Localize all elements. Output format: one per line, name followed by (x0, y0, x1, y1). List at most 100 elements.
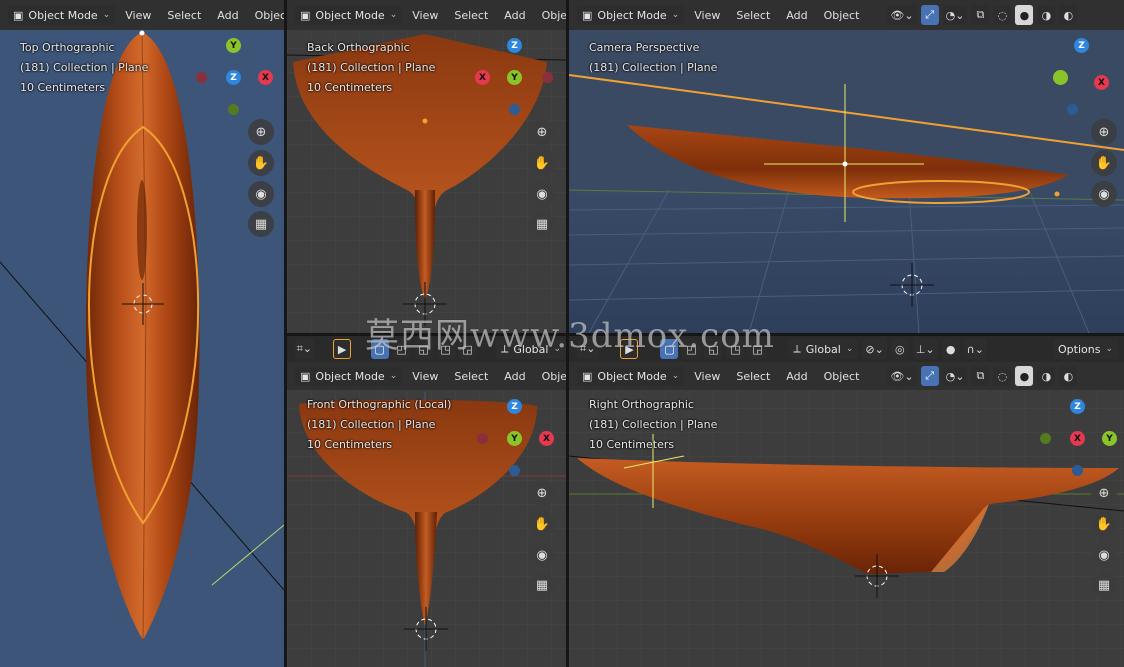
gizmo-neg-z[interactable] (509, 465, 520, 476)
menu-object[interactable]: Object (818, 6, 866, 25)
options-dropdown[interactable]: Options ⌄ (1053, 339, 1118, 359)
mode-dropdown[interactable]: ▣ Object Mode ⌄ (295, 366, 403, 386)
menu-view[interactable]: View (688, 367, 726, 386)
mode-dropdown[interactable]: ▣ Object Mode ⌄ (577, 366, 685, 386)
gizmo-z[interactable]: Z (507, 38, 522, 53)
falloff-curve-icon[interactable]: ∩⌄ (963, 339, 987, 359)
menu-select[interactable]: Select (730, 6, 776, 25)
xray-icon[interactable]: ⧉ (971, 5, 990, 25)
camera-icon[interactable]: ◉ (529, 181, 555, 207)
snap-link-icon[interactable]: ⊘⌄ (862, 339, 887, 359)
gizmo-y[interactable]: Y (507, 431, 522, 446)
mode-dropdown[interactable]: ▣ Object Mode ⌄ (8, 5, 116, 25)
visibility-eye-icon[interactable]: 👁⌄ (887, 366, 917, 386)
menu-object[interactable]: Object (249, 6, 284, 25)
menu-add[interactable]: Add (780, 367, 813, 386)
snap-increment-icon[interactable]: ⊥⌄ (912, 339, 938, 359)
menu-view[interactable]: View (119, 6, 157, 25)
grid-ortho-icon[interactable]: ▦ (529, 572, 555, 598)
camera-icon[interactable]: ◉ (1091, 181, 1117, 207)
menu-add[interactable]: Add (211, 6, 244, 25)
solid-shading-icon[interactable]: ● (1015, 366, 1034, 386)
rendered-shading-icon[interactable]: ◐ (1059, 366, 1078, 386)
gizmo-x[interactable]: X (539, 431, 554, 446)
gizmo-x[interactable]: X (1094, 75, 1109, 90)
gizmo-z[interactable]: Z (1074, 38, 1089, 53)
viewport-info-front: Front Orthographic (Local) (181) Collect… (307, 395, 451, 455)
gizmo-toggle-icon[interactable]: ⤢ (920, 366, 939, 386)
gizmo-y[interactable]: Y (226, 38, 241, 53)
zoom-icon[interactable]: ⊕ (1091, 480, 1117, 506)
menu-object[interactable]: Object (536, 367, 566, 386)
gizmo-neg-x[interactable] (542, 72, 553, 83)
gizmo-toggle-icon[interactable]: ⤢ (920, 5, 939, 25)
menu-select[interactable]: Select (161, 6, 207, 25)
menu-select[interactable]: Select (448, 367, 494, 386)
gizmo-x[interactable]: X (1070, 431, 1085, 446)
proportional-dot-icon[interactable]: ● (941, 339, 960, 359)
camera-icon[interactable]: ◉ (248, 181, 274, 207)
gizmo-neg-z[interactable] (1067, 104, 1078, 115)
gizmo-z[interactable]: Z (226, 70, 241, 85)
camera-icon[interactable]: ◉ (529, 542, 555, 568)
gizmo-y[interactable]: Y (1102, 431, 1117, 446)
gizmo-neg-z[interactable] (509, 104, 520, 115)
grid-ortho-icon[interactable]: ▦ (529, 211, 555, 237)
overlay-icon[interactable]: ◔⌄ (942, 366, 968, 386)
orientation-dropdown[interactable]: ⟂ Global ⌄ (788, 339, 859, 359)
gizmo-neg-y[interactable] (228, 104, 239, 115)
menu-add[interactable]: Add (498, 6, 531, 25)
gizmo-neg-x[interactable] (196, 72, 207, 83)
menu-select[interactable]: Select (448, 6, 494, 25)
zoom-icon[interactable]: ⊕ (248, 119, 274, 145)
grid-ortho-icon[interactable]: ▦ (1091, 572, 1117, 598)
gizmo-y[interactable]: Y (507, 70, 522, 85)
grid-ortho-icon[interactable]: ▦ (248, 211, 274, 237)
menu-select[interactable]: Select (730, 367, 776, 386)
menu-view[interactable]: View (688, 6, 726, 25)
hand-pan-icon[interactable]: ✋ (529, 511, 555, 537)
solid-shading-icon[interactable]: ● (1015, 5, 1034, 25)
camera-icon[interactable]: ◉ (1091, 542, 1117, 568)
wireframe-shading-icon[interactable]: ◌ (993, 366, 1012, 386)
overlay-icon[interactable]: ◔⌄ (942, 5, 968, 25)
gizmo-neg-y[interactable] (1040, 433, 1051, 444)
gizmo-x[interactable]: X (475, 70, 490, 85)
menu-view[interactable]: View (406, 6, 444, 25)
menu-object[interactable]: Object (536, 6, 566, 25)
menu-add[interactable]: Add (780, 6, 813, 25)
material-shading-icon[interactable]: ◑ (1037, 366, 1056, 386)
hand-pan-icon[interactable]: ✋ (1091, 511, 1117, 537)
mode-dropdown[interactable]: ▣ Object Mode ⌄ (577, 5, 685, 25)
menu-view[interactable]: View (406, 367, 444, 386)
viewport-back-ortho[interactable]: ▣Object Mode⌄ View Select Add Object Bac… (287, 0, 566, 333)
gizmo-z[interactable]: Z (507, 399, 522, 414)
transform-pivot-icon[interactable]: ⌗⌄ (295, 339, 314, 359)
object-mode-icon: ▣ (582, 369, 593, 383)
hand-pan-icon[interactable]: ✋ (1091, 150, 1117, 176)
visibility-eye-icon[interactable]: 👁⌄ (887, 5, 917, 25)
viewport-top-ortho[interactable]: ▣Object Mode⌄ View Select Add Object Top… (0, 0, 284, 667)
gizmo-z[interactable]: Z (1070, 399, 1085, 414)
material-shading-icon[interactable]: ◑ (1037, 5, 1056, 25)
menu-add[interactable]: Add (498, 367, 531, 386)
viewport-camera[interactable]: ▣ Object Mode ⌄ View Select Add Object 👁⌄ … (569, 0, 1124, 333)
zoom-icon[interactable]: ⊕ (529, 119, 555, 145)
wireframe-shading-icon[interactable]: ◌ (993, 5, 1012, 25)
menu-object[interactable]: Object (818, 367, 866, 386)
zoom-icon[interactable]: ⊕ (1091, 119, 1117, 145)
gizmo-neg-x[interactable] (477, 433, 488, 444)
hand-pan-icon[interactable]: ✋ (529, 150, 555, 176)
viewport-right-ortho[interactable]: ⌗⌄ ▶ ▢ ◰ ◱ ◳ ◲ ⟂ Global ⌄ ⊘⌄ ◎ ⊥⌄ ● ∩⌄ Opt… (569, 336, 1124, 667)
xray-icon[interactable]: ⧉ (971, 366, 990, 386)
mode-dropdown[interactable]: ▣ Object Mode ⌄ (295, 5, 403, 25)
zoom-icon[interactable]: ⊕ (529, 480, 555, 506)
rendered-shading-icon[interactable]: ◐ (1059, 5, 1078, 25)
select-cursor-icon[interactable]: ▶ (333, 339, 352, 359)
gizmo-neg-z[interactable] (1072, 465, 1083, 476)
viewport-front-ortho[interactable]: ⌗⌄ ▶ ▢ ◰ ◱ ◳ ◲ ⟂ Global ⌄ ▣ Object Mode ⌄ Vi… (287, 336, 566, 667)
gizmo-x[interactable]: X (258, 70, 273, 85)
hand-pan-icon[interactable]: ✋ (248, 150, 274, 176)
proportional-edit-icon[interactable]: ◎ (890, 339, 909, 359)
gizmo-y[interactable] (1053, 70, 1068, 85)
